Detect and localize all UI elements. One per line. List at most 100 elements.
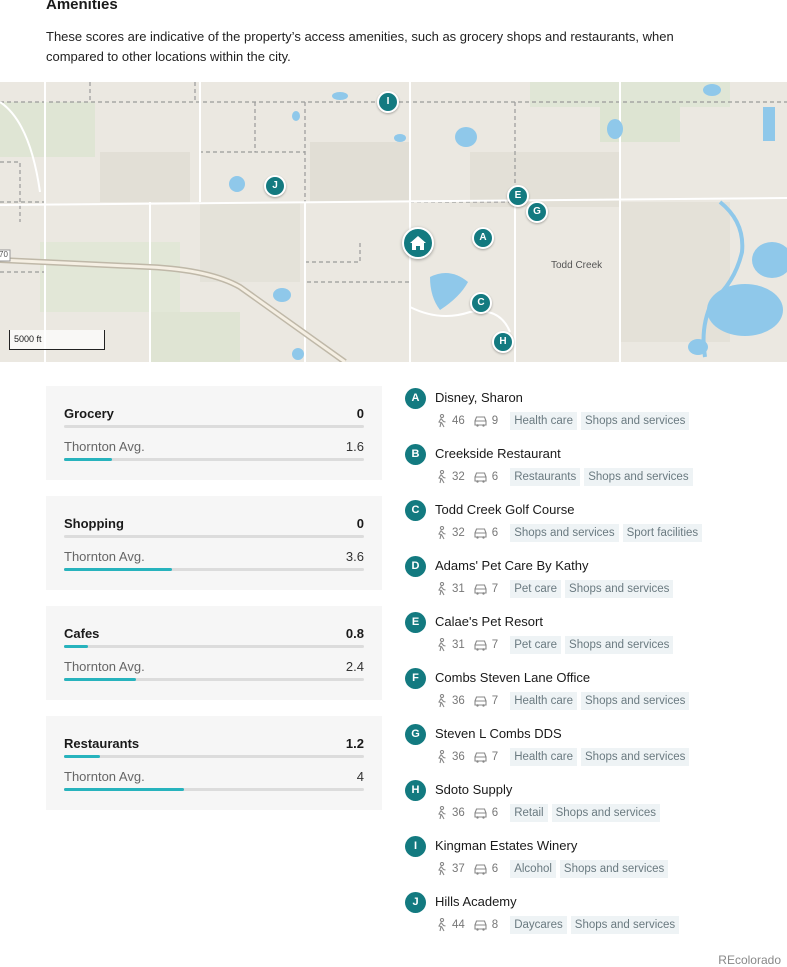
category-tag: Shops and services xyxy=(581,748,690,766)
section-description: These scores are indicative of the prope… xyxy=(46,29,674,64)
walk-icon xyxy=(438,806,446,820)
amenity-item[interactable]: G Steven L Combs DDS 36 7 Health care Shops a… xyxy=(405,723,765,779)
drive-minutes: 6 xyxy=(491,471,499,483)
car-icon xyxy=(474,416,487,427)
amenity-letter-badge: H xyxy=(405,780,426,801)
score-bar xyxy=(64,425,364,428)
category-tag: Alcohol xyxy=(510,860,556,878)
score-card-grocery: Grocery 0 Thornton Avg. 1.6 xyxy=(46,386,382,480)
map-pin-c[interactable]: C xyxy=(470,292,492,314)
walk-minutes: 37 xyxy=(452,863,465,875)
map-place-label: Todd Creek xyxy=(551,260,603,271)
avg-bar-fill xyxy=(64,568,172,571)
score-bar-fill xyxy=(64,645,88,648)
avg-label: Thornton Avg. xyxy=(64,549,145,564)
amenity-meta: 31 7 Pet care Shops and services xyxy=(435,634,674,656)
score-category: Cafes xyxy=(64,626,100,641)
amenity-item[interactable]: D Adams' Pet Care By Kathy 31 7 Pet care Shop… xyxy=(405,555,765,611)
amenity-letter-badge: D xyxy=(405,556,426,577)
amenity-meta: 37 6 Alcohol Shops and services xyxy=(435,858,669,880)
highway-label: 70 xyxy=(0,250,8,259)
amenity-letter-badge: J xyxy=(405,892,426,913)
score-value: 0.8 xyxy=(345,626,364,641)
amenity-name[interactable]: Adams' Pet Care By Kathy xyxy=(435,558,589,573)
amenity-name[interactable]: Disney, Sharon xyxy=(435,390,523,405)
drive-minutes: 6 xyxy=(491,807,499,819)
avg-bar xyxy=(64,568,364,571)
amenity-item[interactable]: I Kingman Estates Winery 37 6 Alcohol Shops a… xyxy=(405,835,765,891)
amenity-item[interactable]: C Todd Creek Golf Course 32 6 Shops and serv… xyxy=(405,499,765,555)
drive-minutes: 7 xyxy=(491,639,499,651)
amenity-meta: 46 9 Health care Shops and services xyxy=(435,410,690,432)
amenity-letter-badge: I xyxy=(405,836,426,857)
walk-minutes: 36 xyxy=(452,751,465,763)
amenity-meta: 36 6 Retail Shops and services xyxy=(435,802,660,824)
score-category: Shopping xyxy=(64,516,124,531)
avg-value: 3.6 xyxy=(345,549,364,564)
amenity-item[interactable]: B Creekside Restaurant 32 6 Restaurants Shops… xyxy=(405,443,765,499)
amenity-meta: 36 7 Health care Shops and services xyxy=(435,746,690,768)
walk-icon xyxy=(438,750,446,764)
property-home-pin[interactable] xyxy=(402,227,434,259)
map-scale: 5000 ft xyxy=(9,330,105,350)
amenity-item[interactable]: E Calae's Pet Resort 31 7 Pet care Shops and … xyxy=(405,611,765,667)
amenity-item[interactable]: F Combs Steven Lane Office 36 7 Health care S… xyxy=(405,667,765,723)
category-tag: Shops and services xyxy=(565,580,674,598)
category-tag: Shops and services xyxy=(510,524,619,542)
amenity-letter-badge: A xyxy=(405,388,426,409)
amenity-letter-badge: E xyxy=(405,612,426,633)
drive-minutes: 7 xyxy=(491,751,499,763)
amenity-name[interactable]: Steven L Combs DDS xyxy=(435,726,562,741)
avg-bar xyxy=(64,678,364,681)
avg-value: 1.6 xyxy=(345,439,364,454)
car-icon xyxy=(474,472,487,483)
category-tag: Pet care xyxy=(510,580,562,598)
car-icon xyxy=(474,808,487,819)
map-pin-i[interactable]: I xyxy=(377,91,399,113)
avg-label: Thornton Avg. xyxy=(64,769,145,784)
score-value: 0 xyxy=(356,516,364,531)
map-pin-e[interactable]: E xyxy=(507,185,529,207)
category-tag: Pet care xyxy=(510,636,562,654)
walk-icon xyxy=(438,694,446,708)
avg-value: 2.4 xyxy=(345,659,364,674)
category-tag: Shops and services xyxy=(581,692,690,710)
map-pin-h[interactable]: H xyxy=(492,331,514,353)
walk-minutes: 44 xyxy=(452,919,465,931)
amenity-item[interactable]: H Sdoto Supply 36 6 Retail Shops and services xyxy=(405,779,765,835)
score-category: Grocery xyxy=(64,406,114,421)
walk-minutes: 46 xyxy=(452,415,465,427)
map-pin-a[interactable]: A xyxy=(472,227,494,249)
amenity-name[interactable]: Hills Academy xyxy=(435,894,517,909)
amenity-letter-badge: B xyxy=(405,444,426,465)
amenity-name[interactable]: Combs Steven Lane Office xyxy=(435,670,590,685)
map-pin-j[interactable]: J xyxy=(264,175,286,197)
category-tag: Retail xyxy=(510,804,548,822)
score-category: Restaurants xyxy=(64,736,140,751)
amenity-item[interactable]: J Hills Academy 44 8 Daycares Shops and servi… xyxy=(405,891,765,947)
amenity-name[interactable]: Sdoto Supply xyxy=(435,782,512,797)
walk-icon xyxy=(438,470,446,484)
walk-minutes: 32 xyxy=(452,471,465,483)
category-tag: Shops and services xyxy=(570,916,680,934)
amenity-name[interactable]: Todd Creek Golf Course xyxy=(435,502,574,517)
map-pin-g[interactable]: G xyxy=(526,201,548,223)
amenity-letter-badge: G xyxy=(405,724,426,745)
drive-minutes: 9 xyxy=(491,415,499,427)
walk-icon xyxy=(438,414,446,428)
amenity-name[interactable]: Creekside Restaurant xyxy=(435,446,561,461)
car-icon xyxy=(474,864,487,875)
category-tag: Shops and services xyxy=(584,468,693,486)
amenity-name[interactable]: Calae's Pet Resort xyxy=(435,614,543,629)
amenity-meta: 32 6 Shops and services Sport facilities xyxy=(435,522,703,544)
amenity-meta: 36 7 Health care Shops and services xyxy=(435,690,690,712)
section-title: Amenities xyxy=(46,0,118,13)
avg-bar-fill xyxy=(64,458,112,461)
amenities-map[interactable]: 70 Todd Creek 5000 ft A C E G H I J xyxy=(0,82,787,362)
avg-value: 4 xyxy=(356,769,364,784)
amenity-meta: 44 8 Daycares Shops and services xyxy=(435,914,680,936)
amenity-item[interactable]: A Disney, Sharon 46 9 Health care Shops and s… xyxy=(405,387,765,443)
walk-minutes: 31 xyxy=(452,583,465,595)
car-icon xyxy=(474,752,487,763)
amenity-name[interactable]: Kingman Estates Winery xyxy=(435,838,577,853)
